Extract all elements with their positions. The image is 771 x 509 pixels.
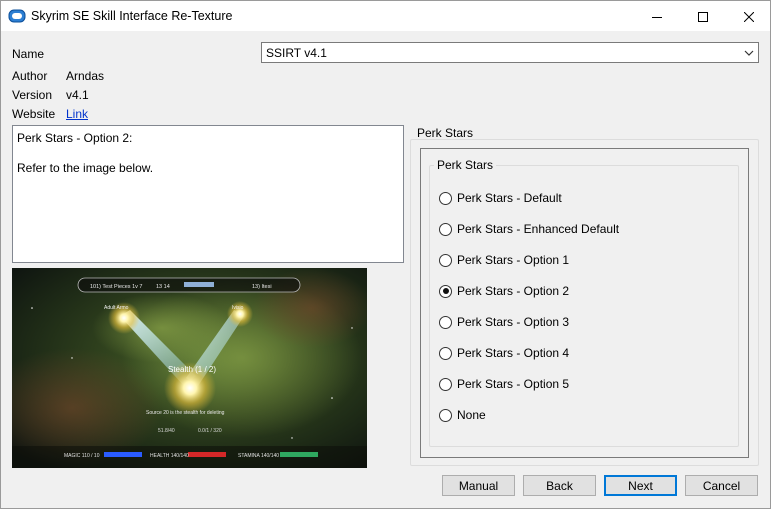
hud-top-left: 101) Test Pieces 1v 7 bbox=[90, 284, 142, 290]
hud-top-mid: 13 14 bbox=[156, 284, 170, 290]
title-bar[interactable]: Skyrim SE Skill Interface Re-Texture bbox=[0, 0, 771, 31]
stamina-label: STAMINA 140/140 bbox=[238, 453, 279, 459]
back-button[interactable]: Back bbox=[523, 475, 596, 496]
option-item[interactable]: Perk Stars - Option 5 bbox=[439, 376, 569, 392]
skill-title: Stealth (1 / 2) bbox=[168, 365, 216, 374]
name-label: Name bbox=[12, 47, 45, 61]
maximize-button[interactable] bbox=[680, 1, 726, 32]
version-label: Version bbox=[12, 88, 53, 102]
skill-tree-illustration: 101) Test Pieces 1v 7 13 14 13) Itesi Ad… bbox=[12, 268, 367, 468]
minimize-button[interactable] bbox=[634, 1, 680, 32]
website-link[interactable]: Link bbox=[66, 107, 88, 121]
option-radio[interactable] bbox=[439, 315, 452, 329]
mod-manager-icon bbox=[8, 9, 26, 23]
magicka-label: MAGIC 110 / 10 bbox=[64, 453, 100, 459]
option-label: Perk Stars - Enhanced Default bbox=[457, 222, 620, 236]
stat-left: 51.8/40 bbox=[158, 428, 175, 434]
option-label: Perk Stars - Option 1 bbox=[457, 253, 570, 267]
outer-group-label: Perk Stars bbox=[417, 126, 474, 140]
close-icon bbox=[744, 11, 754, 22]
manual-button[interactable]: Manual bbox=[442, 475, 515, 496]
version-value: v4.1 bbox=[66, 88, 89, 102]
option-radio[interactable] bbox=[439, 346, 452, 360]
option-label: Perk Stars - Option 3 bbox=[457, 315, 570, 329]
option-item[interactable]: Perk Stars - Option 1 bbox=[439, 252, 569, 268]
inner-group-border bbox=[429, 165, 739, 447]
hud-top-right: 13) Itesi bbox=[252, 284, 272, 290]
minimize-icon bbox=[652, 16, 662, 18]
option-label: Perk Stars - Default bbox=[457, 191, 562, 205]
name-value: SSIRT v4.1 bbox=[266, 46, 327, 60]
website-label: Website bbox=[12, 107, 56, 121]
right-perk-name: Ivisio bbox=[232, 305, 244, 311]
chevron-down-icon bbox=[744, 50, 754, 56]
option-label: Perk Stars - Option 2 bbox=[457, 284, 570, 298]
inner-group-label: Perk Stars bbox=[434, 158, 497, 172]
cancel-button[interactable]: Cancel bbox=[685, 475, 758, 496]
option-radio[interactable] bbox=[439, 191, 452, 205]
author-label: Author bbox=[12, 69, 48, 83]
option-item[interactable]: Perk Stars - Default bbox=[439, 190, 562, 206]
option-radio[interactable] bbox=[439, 408, 452, 422]
option-label: None bbox=[457, 408, 486, 422]
window-title: Skyrim SE Skill Interface Re-Texture bbox=[31, 9, 233, 23]
option-item[interactable]: Perk Stars - Option 3 bbox=[439, 314, 569, 330]
option-item[interactable]: Perk Stars - Option 4 bbox=[439, 345, 569, 361]
author-value: Arndas bbox=[66, 69, 105, 83]
option-radio[interactable] bbox=[439, 284, 452, 298]
option-label: Perk Stars - Option 5 bbox=[457, 377, 570, 391]
description-line-2: Refer to the image below. bbox=[17, 161, 154, 175]
name-dropdown[interactable]: SSIRT v4.1 bbox=[261, 42, 759, 63]
description-box[interactable]: Perk Stars - Option 2: Refer to the imag… bbox=[12, 125, 404, 263]
option-radio[interactable] bbox=[439, 253, 452, 267]
option-item[interactable]: Perk Stars - Option 2 bbox=[439, 283, 569, 299]
option-label: Perk Stars - Option 4 bbox=[457, 346, 570, 360]
close-button[interactable] bbox=[726, 1, 771, 32]
option-radio[interactable] bbox=[439, 222, 452, 236]
option-item[interactable]: Perk Stars - Enhanced Default bbox=[439, 221, 619, 237]
option-item[interactable]: None bbox=[439, 407, 486, 423]
skill-description: Source 20 is the stealth for deleting bbox=[146, 410, 225, 416]
maximize-icon bbox=[698, 11, 708, 22]
left-perk-name: Adult Armo bbox=[104, 305, 129, 311]
description-line-1: Perk Stars - Option 2: bbox=[17, 131, 133, 145]
stat-right: 0.0/1 / 320 bbox=[198, 428, 222, 434]
next-button[interactable]: Next bbox=[604, 475, 677, 496]
option-radio[interactable] bbox=[439, 377, 452, 391]
health-label: HEALTH 140/140 bbox=[150, 453, 189, 459]
preview-image: 101) Test Pieces 1v 7 13 14 13) Itesi Ad… bbox=[12, 268, 367, 468]
